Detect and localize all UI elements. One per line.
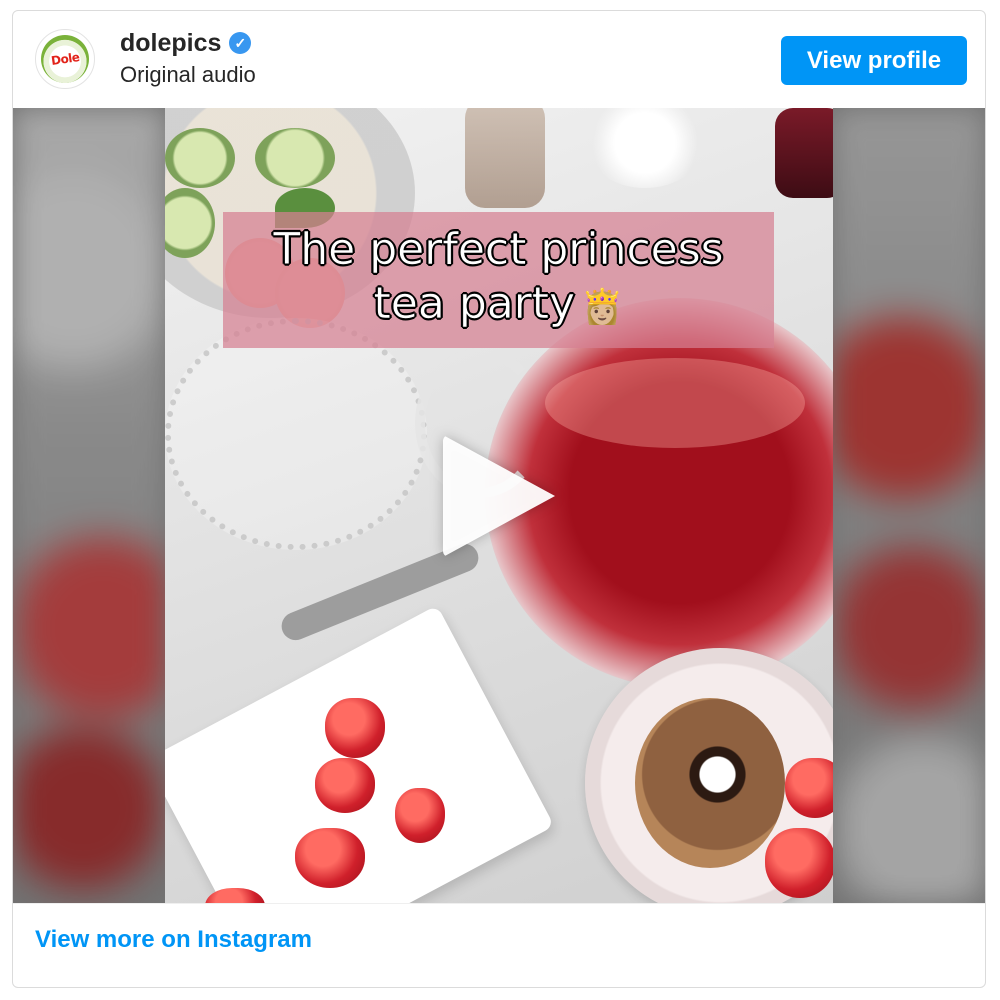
tea-reflection: [545, 358, 805, 448]
strawberry: [325, 698, 385, 758]
cucumber-slice: [165, 128, 235, 188]
username-link[interactable]: dolepics: [120, 27, 221, 59]
strawberry: [315, 758, 375, 813]
caption-line-2: tea party 👸🏼: [223, 277, 774, 334]
princess-emoji-icon: 👸🏼: [581, 287, 624, 327]
caption-line-1: The perfect princess: [273, 224, 724, 276]
profile-avatar[interactable]: Dole: [35, 29, 95, 89]
post-header: Dole dolepics ✓ Original audio View prof…: [13, 11, 985, 107]
glass-dish-image: [165, 318, 427, 550]
post-footer: View more on Instagram: [13, 903, 985, 987]
audio-label[interactable]: Original audio: [120, 62, 256, 88]
backdrop-dim-left: [13, 108, 165, 903]
jam-jar-image: [775, 108, 833, 198]
instagram-embed-card: Dole dolepics ✓ Original audio View prof…: [12, 10, 986, 988]
strawberry: [395, 788, 445, 843]
backdrop-dim-right: [833, 108, 985, 903]
play-icon[interactable]: [443, 435, 555, 557]
strawberry: [295, 828, 365, 888]
view-profile-button[interactable]: View profile: [781, 36, 967, 85]
username-row: dolepics ✓: [120, 27, 256, 59]
pastry-image: [635, 698, 785, 868]
vase-image: [465, 108, 545, 208]
view-more-on-instagram-link[interactable]: View more on Instagram: [35, 926, 312, 954]
caption-line-2-text: tea party: [373, 278, 576, 330]
verified-badge-icon: ✓: [229, 32, 252, 54]
video-caption: The perfect princess tea party 👸🏼: [223, 223, 774, 334]
dole-logo: Dole: [41, 35, 89, 83]
user-block: dolepics ✓ Original audio: [120, 27, 256, 88]
cucumber-slice: [255, 128, 335, 188]
strawberry: [765, 828, 833, 898]
dole-logo-text: Dole: [49, 50, 81, 68]
video-player[interactable]: The perfect princess tea party 👸🏼: [13, 108, 985, 903]
